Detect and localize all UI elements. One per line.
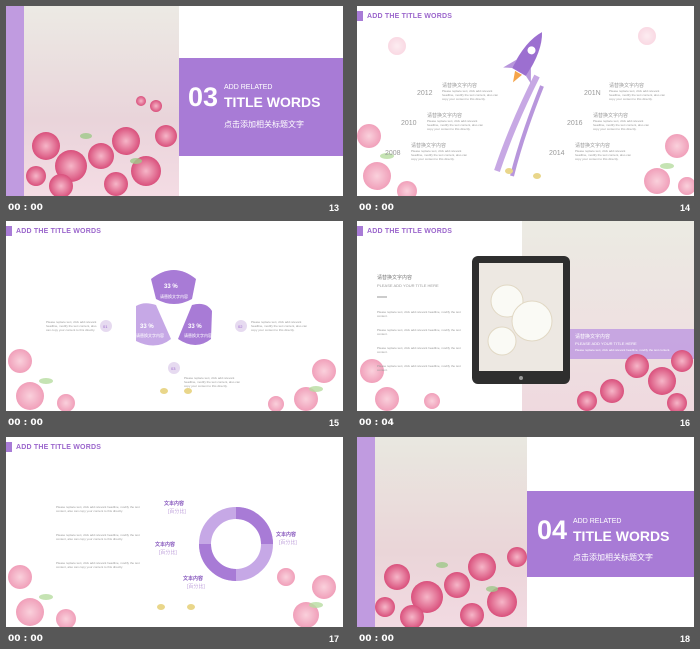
circle-num-02: 02	[238, 324, 243, 329]
timeline-item-left-1: 请替换文字内容 Please replace text, click add r…	[442, 83, 499, 101]
add-related-label: ADD RELATED	[573, 518, 622, 525]
slide-17-number: 17	[328, 634, 339, 644]
title-words: TITLE WORDS	[573, 528, 670, 544]
pct-top-sub: 请替换文字内容	[160, 294, 188, 299]
slide-13-number: 13	[328, 203, 339, 213]
section-subtitle: 点击添加相关标题文字	[573, 553, 653, 562]
section-subtitle: 点击添加相关标题文字	[224, 120, 304, 129]
right-subtitle: PLEASE ADD YOUR TITLE HERE	[575, 341, 637, 346]
slide-header: ADD THE TITLE WORDS	[6, 441, 101, 453]
timeline-item-right-3: 请替换文字内容 Please replace text, click add r…	[575, 143, 632, 161]
slide-17-time: 00 : 00	[8, 634, 43, 644]
slide-14-canvas: ADD THE TITLE WORDS 2012 2010 2008 201N …	[357, 6, 694, 196]
timeline-item-left-2: 请替换文字内容 Please replace text, click add r…	[427, 113, 484, 131]
donut-chart	[199, 507, 273, 581]
slide-17-status-bar: 00 : 00 17	[6, 627, 343, 649]
left-title: 请替换文字内容	[377, 275, 413, 281]
butterfly-icon	[160, 388, 192, 394]
rocket-icon	[494, 32, 544, 177]
year-2010: 2010	[401, 120, 417, 127]
left-lines: Please replace text, click add relevant …	[377, 296, 467, 372]
slide-14-status-bar: 00 : 00 14	[357, 196, 694, 218]
slide-13-time: 00 : 00	[8, 203, 43, 213]
pct-right-sub: 请替换文字内容	[184, 333, 212, 338]
text-block-left: Please replace text, click add relevant …	[46, 320, 97, 332]
donut-pct-3: [百分比]	[187, 584, 205, 590]
pct-right: 33 %	[188, 324, 202, 330]
floral-border	[8, 565, 336, 627]
donut-pct-1: [百分比]	[168, 509, 186, 515]
butterfly-icon	[157, 604, 195, 610]
slide-15-status-bar: 00 : 00 15	[6, 411, 343, 433]
year-2008: 2008	[385, 150, 401, 157]
donut-pct-2: [百分比]	[159, 550, 177, 556]
donut-pct-4: [百分比]	[279, 540, 297, 546]
slide-16-number: 16	[679, 418, 690, 428]
section-number: 03	[188, 82, 219, 112]
donut-label-1: 文本内容	[164, 501, 185, 507]
year-201N: 201N	[584, 90, 601, 97]
donut-label-2: 文本内容	[155, 542, 176, 548]
timeline-item-right-2: 请替换文字内容 Please replace text, click add r…	[593, 113, 650, 131]
slide-18-time: 00 : 00	[359, 634, 394, 644]
slide-15-time: 00 : 00	[8, 418, 43, 428]
pct-left-sub: 请替换文字内容	[136, 333, 164, 338]
timeline-item-right-1: 请替换文字内容 Please replace text, click add r…	[609, 83, 666, 101]
left-subtitle: PLEASE ADD YOUR TITLE HERE	[377, 283, 439, 288]
circle-num-03: 03	[171, 366, 176, 371]
slide-18-status-bar: 00 : 00 18	[357, 627, 694, 649]
right-title: 请替换文字内容	[575, 334, 611, 340]
text-block-1: Please replace text, click add relevant …	[56, 505, 140, 513]
slide-14-number: 14	[679, 203, 690, 213]
text-block-bottom: Please replace text, click add relevant …	[184, 376, 241, 388]
year-2014: 2014	[549, 150, 565, 157]
text-block-2: Please replace text, click add relevant …	[56, 533, 140, 541]
slide-16-time: 00 : 04	[359, 418, 394, 428]
slide-17-canvas: ADD THE TITLE WORDS Please replace text,…	[6, 437, 343, 627]
text-block-right: Please replace text, click add relevant …	[251, 320, 308, 332]
timeline-item-left-3: 请替换文字内容 Please replace text, click add r…	[411, 143, 468, 161]
slide-16-canvas: ADD THE TITLE WORDS 请替换文字内容 PLEASE ADD Y…	[357, 221, 694, 411]
slide-13-status-bar: 00 : 00 13	[6, 196, 343, 218]
section-number: 04	[537, 515, 568, 545]
slide-header: ADD THE TITLE WORDS	[6, 225, 101, 237]
slide-header: ADD THE TITLE WORDS	[357, 225, 452, 237]
slide-18-canvas: 04 ADD RELATED TITLE WORDS 点击添加相关标题文字	[357, 437, 694, 627]
slide-header: ADD THE TITLE WORDS	[357, 10, 452, 22]
slide-14-time: 00 : 00	[359, 203, 394, 213]
circle-num-01: 01	[103, 324, 108, 329]
slide-14-art	[357, 27, 694, 196]
text-block-3: Please replace text, click add relevant …	[56, 561, 140, 569]
slide-15-number: 15	[328, 418, 339, 428]
slide-15-art	[8, 270, 336, 411]
year-2012: 2012	[417, 90, 433, 97]
donut-label-3: 文本内容	[183, 576, 204, 582]
pct-top: 33 %	[164, 284, 178, 290]
add-related-label: ADD RELATED	[224, 84, 273, 91]
year-2016: 2016	[567, 120, 583, 127]
slide-15-canvas: ADD THE TITLE WORDS 33 % 请替换文字内容 33 % 请替…	[6, 221, 343, 411]
slide-18-number: 18	[679, 634, 690, 644]
slide-13-canvas: 03 ADD RELATED TITLE WORDS 点击添加相关标题文字	[6, 6, 343, 196]
slide-16-status-bar: 00 : 04 16	[357, 411, 694, 433]
pct-left: 33 %	[140, 324, 154, 330]
right-para: Please replace text, click add relevant …	[575, 348, 671, 352]
title-words: TITLE WORDS	[224, 94, 321, 110]
butterfly-icon	[505, 168, 541, 179]
floral-border	[8, 349, 336, 411]
donut-label-4: 文本内容	[276, 532, 297, 538]
